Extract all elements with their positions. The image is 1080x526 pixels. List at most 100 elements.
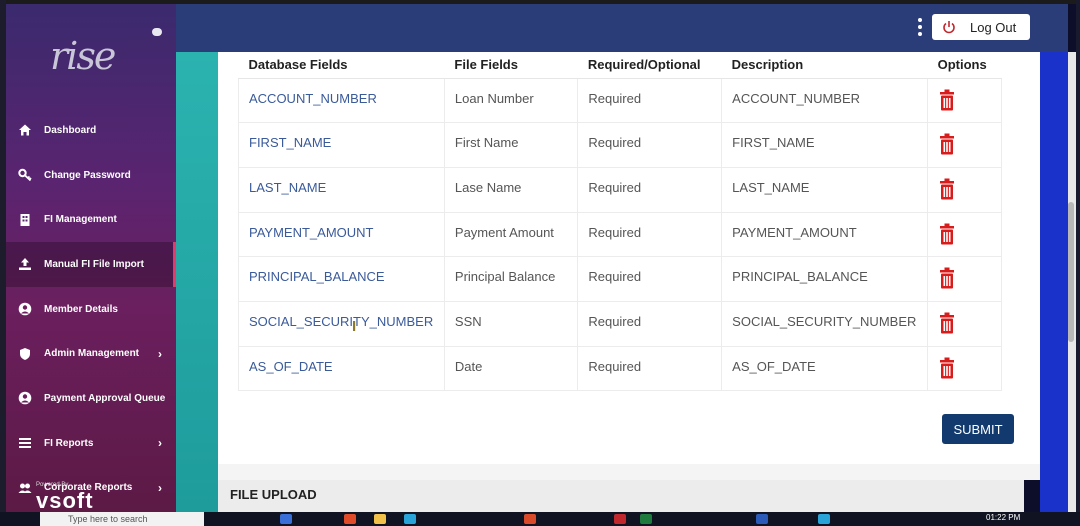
taskbar-app-icon[interactable]	[818, 514, 830, 524]
database-field-cell: LAST_NAME	[238, 166, 445, 213]
required-cell: Required	[577, 122, 723, 168]
sidebar-item-member-details[interactable]: Member Details	[6, 287, 176, 332]
vsoft-logo: vsoft	[36, 488, 94, 513]
database-field-cell: FIRST_NAME	[238, 122, 445, 168]
sidebar-item-payment-approval-queue[interactable]: Payment Approval Queue	[6, 376, 176, 421]
sidebar-item-manual-fi-file-import[interactable]: Manual FI File Import	[6, 242, 176, 287]
database-field-cell: ACCOUNT_NUMBER	[238, 77, 445, 124]
rise-logo: rise	[50, 34, 116, 78]
description-cell: PRINCIPAL_BALANCE	[721, 256, 929, 302]
taskbar-app-icon[interactable]	[640, 514, 652, 524]
sidebar-item-change-password[interactable]: Change Password	[6, 153, 176, 198]
chevron-right-icon: ›	[158, 346, 162, 361]
table-row: FIRST_NAME First Name Required FIRST_NAME	[238, 122, 1002, 168]
page-scrollbar[interactable]	[1068, 52, 1076, 512]
file-field-cell: Date	[443, 345, 579, 392]
description-cell: ACCOUNT_NUMBER	[721, 77, 929, 124]
taskbar-search-input[interactable]: Type here to search	[40, 512, 204, 526]
sidebar-item-label: FI Reports	[44, 437, 94, 449]
required-cell: Required	[577, 211, 723, 258]
required-cell: Required	[577, 166, 723, 213]
options-cell	[927, 256, 1002, 302]
home-icon	[18, 123, 32, 137]
sidebar-item-label: Admin Management	[44, 348, 140, 360]
required-cell: Required	[577, 300, 723, 347]
power-icon	[943, 21, 955, 34]
windows-taskbar: Type here to search 01:22 PM	[0, 512, 1080, 526]
file-field-cell: Loan Number	[443, 77, 579, 124]
building-icon	[18, 213, 32, 227]
sidebar-item-label: Manual FI File Import	[44, 258, 145, 270]
shield-icon	[18, 347, 32, 361]
sidebar-item-fi-management[interactable]: FI Management	[6, 197, 176, 242]
required-cell: Required	[577, 256, 723, 302]
sidebar-nav: Dashboard Change Password FI Management …	[6, 108, 176, 510]
taskbar-app-icon[interactable]	[280, 514, 292, 524]
description-cell: SOCIAL_SECURITY_NUMBER	[721, 300, 929, 347]
trash-icon[interactable]	[938, 357, 956, 379]
field-mapping-card: Database Fields File Fields Required/Opt…	[218, 52, 1040, 464]
trash-icon[interactable]	[938, 312, 956, 334]
taskbar-app-icon[interactable]	[614, 514, 626, 524]
upload-icon	[18, 257, 32, 271]
table-row: ACCOUNT_NUMBER Loan Number Required ACCOUNT…	[238, 77, 1002, 124]
table-row: PRINCIPAL_BALANCE Principal Balance Requir…	[238, 256, 1002, 302]
taskbar-app-icon[interactable]	[344, 514, 356, 524]
screen-bezel-right	[1076, 0, 1080, 512]
description-cell: PAYMENT_AMOUNT	[721, 211, 929, 258]
column-header-file-fields: File Fields	[444, 52, 578, 79]
trash-icon[interactable]	[938, 267, 956, 289]
table-header-row: Database Fields File Fields Required/Opt…	[238, 52, 1002, 79]
powered-by-logo: Powered By vsoft	[36, 482, 106, 513]
options-cell	[927, 211, 1002, 258]
sidebar-item-label: Payment Approval Queue	[44, 392, 166, 404]
trash-icon[interactable]	[938, 133, 956, 155]
sidebar-item-admin-management[interactable]: Admin Management ›	[6, 331, 176, 376]
trash-icon[interactable]	[938, 178, 956, 200]
table-row: PAYMENT_AMOUNT Payment Amount Required PAYM…	[238, 211, 1002, 258]
kebab-menu-icon[interactable]	[918, 18, 922, 36]
database-field-cell: AS_OF_DATE	[238, 345, 445, 392]
file-field-cell: First Name	[443, 122, 579, 168]
taskbar-app-icon[interactable]	[404, 514, 416, 524]
sidebar-item-dashboard[interactable]: Dashboard	[6, 108, 176, 153]
column-header-description: Description	[721, 52, 928, 79]
user-circle-icon	[18, 391, 32, 405]
sidebar-item-label: Dashboard	[44, 124, 97, 136]
chevron-right-icon: ›	[158, 480, 162, 495]
trash-icon[interactable]	[938, 223, 956, 245]
top-header: Log Out	[176, 4, 1068, 52]
required-cell: Required	[577, 345, 723, 392]
key-icon	[18, 168, 32, 182]
sidebar-item-label: Member Details	[44, 303, 118, 315]
sidebar-item-label: FI Management	[44, 214, 117, 226]
background-strip-teal	[176, 52, 218, 512]
column-header-options: Options	[927, 52, 1002, 79]
logout-label: Log Out	[970, 19, 1017, 35]
file-field-cell: Principal Balance	[443, 256, 579, 302]
table-row: LAST_NAME Lase Name Required LAST_NAME	[238, 166, 1002, 213]
logout-button[interactable]: Log Out	[932, 14, 1030, 40]
taskbar-app-icon[interactable]	[524, 514, 536, 524]
submit-button[interactable]: SUBMIT	[942, 414, 1014, 444]
sidebar-toggle[interactable]	[152, 28, 162, 36]
logo-text: rise	[50, 34, 116, 78]
options-cell	[927, 166, 1002, 213]
taskbar-app-icon[interactable]	[756, 514, 768, 524]
content-gap	[218, 464, 1040, 480]
options-cell	[927, 77, 1002, 124]
scrollbar-thumb[interactable]	[1068, 202, 1074, 342]
trash-icon[interactable]	[938, 89, 956, 111]
chevron-right-icon: ›	[158, 436, 162, 451]
field-mapping-table: Database Fields File Fields Required/Opt…	[238, 52, 1002, 392]
taskbar-app-icon[interactable]	[374, 514, 386, 524]
column-header-database-fields: Database Fields	[238, 52, 445, 79]
description-cell: FIRST_NAME	[721, 122, 929, 168]
sidebar-item-fi-reports[interactable]: FI Reports ›	[6, 421, 176, 466]
text-cursor-icon: I	[352, 318, 357, 335]
required-cell: Required	[577, 77, 723, 124]
background-strip-blue	[1040, 52, 1068, 512]
options-cell	[927, 345, 1002, 392]
description-cell: AS_OF_DATE	[721, 345, 929, 392]
file-field-cell: SSN	[443, 300, 579, 347]
